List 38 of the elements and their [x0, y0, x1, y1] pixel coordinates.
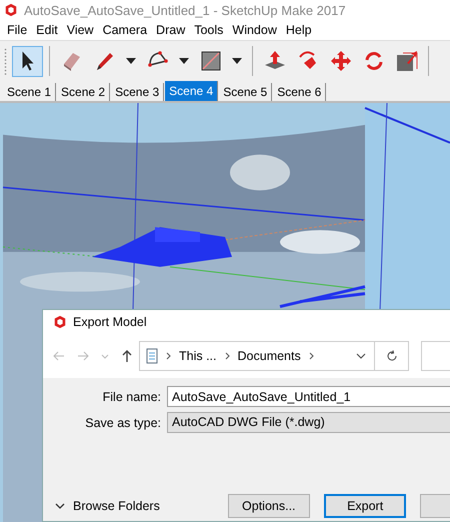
toolbar-grip-icon: [4, 46, 7, 76]
menu-item[interactable]: Help: [282, 23, 318, 37]
menu-item[interactable]: Edit: [33, 23, 64, 37]
arrow-pointer-icon: [22, 51, 34, 71]
select-tool[interactable]: [12, 46, 43, 76]
chevron-right-icon: [224, 352, 230, 360]
menu-item[interactable]: File: [4, 23, 34, 37]
field-label: File name:: [102, 390, 161, 404]
chevron-down-icon[interactable]: [356, 353, 366, 359]
file-type-dropdown[interactable]: AutoCAD DWG File (*.dwg): [167, 412, 450, 433]
chevron-right-icon: [166, 352, 171, 360]
export-button[interactable]: Export: [324, 494, 406, 518]
menu-item[interactable]: Camera: [100, 23, 154, 37]
field-label: Save as type:: [84, 416, 161, 430]
menu-item[interactable]: Window: [229, 23, 283, 37]
breadcrumb-item[interactable]: Documents: [238, 349, 301, 363]
app-logo-icon: [4, 3, 18, 17]
chevron-right-icon: [308, 352, 314, 360]
file-name-field[interactable]: AutoSave_AutoSave_Untitled_1: [167, 386, 450, 407]
window-title: AutoSave_AutoSave_Untitled_1 - SketchUp Make 2017: [24, 2, 346, 18]
browse-folders-toggle[interactable]: Browse Folders: [55, 499, 228, 513]
up-arrow-icon[interactable]: [121, 350, 133, 362]
scene-tab[interactable]: Scene 4: [165, 81, 218, 101]
address-bar[interactable]: This ... Documents: [139, 341, 409, 371]
app-logo-icon: [53, 315, 67, 329]
menu-item[interactable]: Tools: [191, 23, 230, 37]
options-button[interactable]: Options...: [228, 494, 310, 518]
dialog-title: Export Model: [73, 315, 147, 329]
document-icon: [146, 348, 158, 364]
menu-item[interactable]: View: [64, 23, 100, 37]
breadcrumb-item[interactable]: This ...: [179, 349, 217, 363]
menu-item[interactable]: Draw: [153, 23, 192, 37]
scale-icon: [394, 49, 418, 73]
rectangle-icon: [198, 49, 222, 73]
refresh-icon: [386, 350, 398, 362]
move-arrows-icon: [328, 49, 352, 73]
chevron-down-icon: [55, 503, 65, 509]
search-field[interactable]: [421, 341, 450, 371]
